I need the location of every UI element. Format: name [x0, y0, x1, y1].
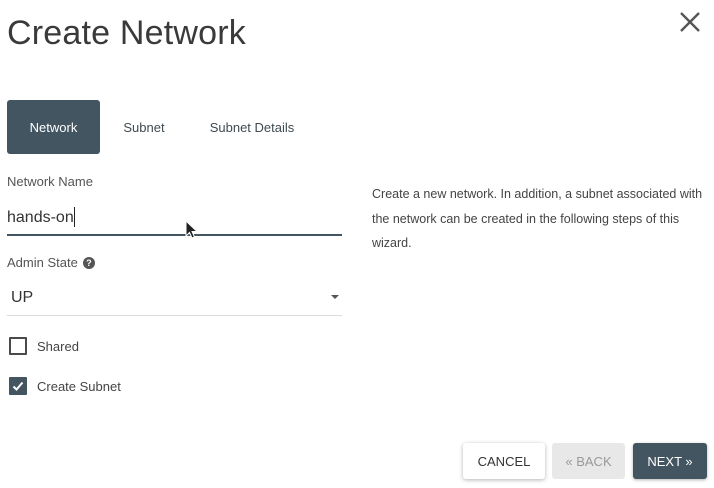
text-caret	[74, 207, 75, 227]
shared-label: Shared	[37, 338, 79, 354]
network-name-input[interactable]	[7, 202, 342, 236]
shared-option[interactable]: Shared	[9, 337, 79, 355]
cancel-button[interactable]: CANCEL	[463, 443, 545, 479]
dropdown-arrow-icon	[331, 295, 339, 299]
admin-state-select[interactable]: UP	[7, 282, 342, 316]
tab-subnet[interactable]: Subnet	[100, 100, 188, 154]
checkmark-icon	[12, 381, 24, 391]
tab-subnet-details[interactable]: Subnet Details	[188, 100, 316, 154]
next-button[interactable]: NEXT »	[633, 443, 707, 479]
mouse-pointer-icon	[185, 219, 199, 240]
admin-state-value: UP	[11, 289, 34, 306]
admin-state-label: Admin State	[7, 255, 78, 270]
network-name-label: Network Name	[7, 174, 93, 189]
admin-state-label-row: Admin State ?	[7, 255, 95, 270]
help-icon[interactable]: ?	[82, 256, 95, 269]
wizard-tabs: Network Subnet Subnet Details	[7, 100, 316, 154]
back-button[interactable]: « BACK	[552, 443, 625, 479]
close-icon[interactable]	[676, 8, 704, 36]
create-subnet-label: Create Subnet	[37, 378, 121, 394]
shared-checkbox[interactable]	[9, 337, 27, 355]
tab-network[interactable]: Network	[7, 100, 100, 154]
create-network-dialog: Create Network Network Subnet Subnet Det…	[0, 0, 714, 488]
wizard-description: Create a new network. In addition, a sub…	[372, 187, 703, 250]
create-subnet-checkbox[interactable]	[9, 377, 27, 395]
dialog-title: Create Network	[7, 14, 246, 52]
create-subnet-option[interactable]: Create Subnet	[9, 377, 121, 395]
